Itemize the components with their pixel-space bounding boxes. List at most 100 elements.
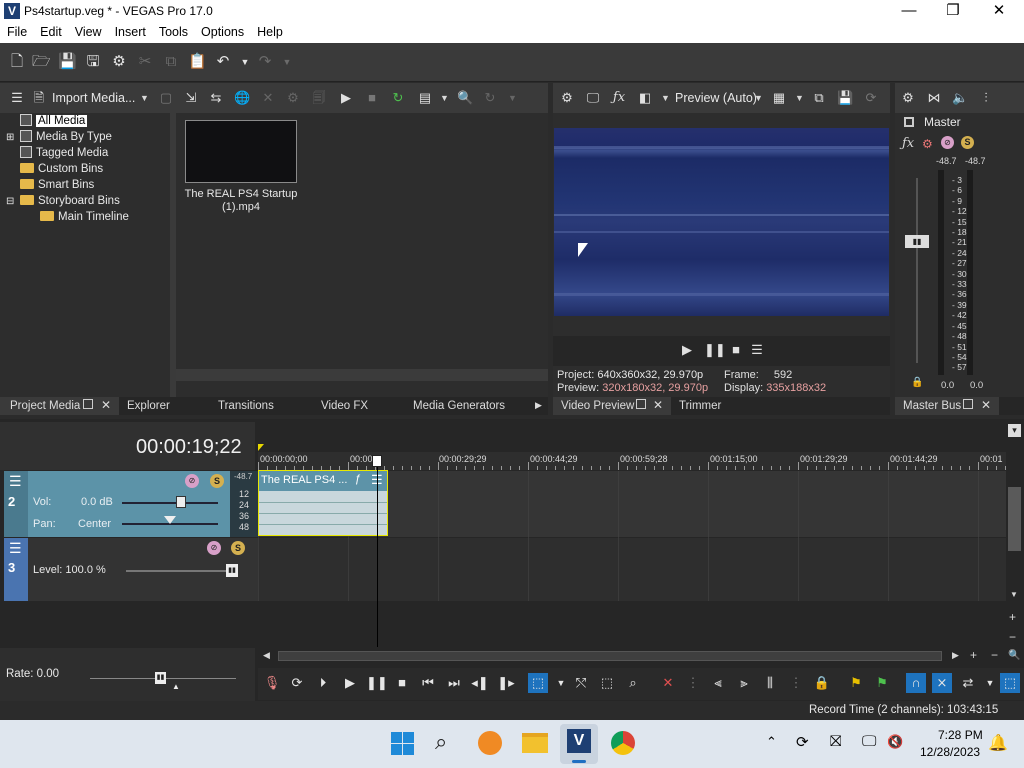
copy-snapshot-icon[interactable]: ⧉ [811, 90, 827, 106]
tree-item-storyboard-bins[interactable]: ⊟ Storyboard Bins [6, 193, 170, 209]
menu-edit[interactable]: Edit [33, 23, 68, 39]
lock-envelopes-icon[interactable]: ⋮ [786, 673, 806, 693]
scroll-right-icon[interactable]: ▶ [952, 650, 959, 661]
level-slider-thumb[interactable]: ▮▮ [226, 564, 238, 577]
trim-end-icon[interactable]: ⫸ [734, 673, 754, 693]
zoom-tool-icon[interactable]: 🔍 [1008, 650, 1020, 661]
cut-icon[interactable]: ✂ [136, 53, 154, 71]
menu-insert[interactable]: Insert [108, 23, 152, 39]
file-explorer-icon[interactable] [522, 733, 548, 753]
menu-help[interactable]: Help [250, 23, 289, 39]
play-icon[interactable]: ▶ [340, 673, 360, 693]
zoom-in-icon[interactable]: + [970, 648, 977, 662]
monitor-icon[interactable]: 🖵 [862, 733, 876, 750]
close-tab-icon[interactable]: ✕ [101, 398, 111, 412]
media-scrollbar[interactable] [176, 369, 548, 381]
clock-date[interactable]: 12/28/2023 [920, 745, 980, 759]
dim-output-icon[interactable]: 🔈 [952, 90, 968, 106]
horizontal-scroll-thumb[interactable] [278, 651, 942, 661]
solo-icon[interactable]: S [231, 541, 245, 555]
go-to-start-icon[interactable]: ⏮ [418, 673, 438, 693]
delete-icon[interactable]: ✕ [658, 673, 678, 693]
menu-file[interactable]: File [0, 23, 33, 39]
external-monitor-icon[interactable]: ⟳ [863, 90, 879, 106]
vegas-taskbar-button[interactable]: V [560, 724, 598, 764]
insert-marker-icon[interactable]: ⚑ [846, 673, 866, 693]
paste-icon[interactable]: 📋 [188, 53, 207, 71]
mute-icon[interactable]: ⊘ [207, 541, 221, 555]
properties-gear-icon[interactable]: ⚙ [110, 53, 128, 71]
media-views-icon[interactable]: ☰ [9, 90, 25, 106]
zoom-out-icon[interactable]: − [991, 648, 998, 662]
chrome-icon[interactable] [611, 731, 635, 755]
horizontal-scrollbar[interactable]: ◀ ▶ + − 🔍 [258, 648, 1020, 664]
zoom-in-vertical-icon[interactable]: + [1009, 610, 1016, 624]
tree-item-main-timeline[interactable]: Main Timeline [6, 209, 170, 225]
automation-icon[interactable]: ⚙ [922, 137, 933, 151]
master-checkbox[interactable] [904, 117, 914, 127]
search-icon[interactable]: ⌕ [435, 729, 447, 755]
clip-fx-icon[interactable]: ƒ [355, 473, 361, 485]
pause-icon[interactable]: ❚❚ [366, 673, 388, 693]
lock-icon[interactable]: 🔒 [911, 377, 923, 388]
save-as-icon[interactable]: 🖫 [84, 53, 102, 71]
remove-icon[interactable]: ✕ [260, 90, 276, 106]
trim-icon[interactable]: ⋮ [683, 673, 703, 693]
volume-icon[interactable]: 🔇 [887, 734, 903, 750]
clock-time[interactable]: 7:28 PM [938, 728, 983, 742]
stop-icon[interactable]: ■ [392, 673, 412, 693]
menu-icon[interactable]: ☰ [749, 342, 765, 358]
menu-tools[interactable]: Tools [152, 23, 194, 39]
loop-playback-icon[interactable]: ⟳ [287, 673, 307, 693]
loop-marker-icon[interactable] [258, 444, 264, 451]
start-icon[interactable] [391, 732, 414, 755]
downmix-icon[interactable]: ⋈ [926, 90, 942, 106]
tab-trimmer[interactable]: Trimmer [679, 400, 721, 412]
pause-icon[interactable]: ❚❚ [704, 342, 726, 358]
media-fx-icon[interactable]: ⚙ [285, 90, 301, 106]
rate-slider-thumb[interactable]: ▮▮ [155, 672, 166, 684]
track-menu-icon[interactable]: ☰ [9, 540, 22, 557]
network-icon[interactable]: ⛝ [830, 733, 841, 750]
mute-icon[interactable]: ⊘ [941, 136, 954, 149]
vol-slider-thumb[interactable] [176, 496, 186, 508]
previous-frame-icon[interactable]: ◂❚ [470, 673, 490, 693]
replace-media-icon[interactable]: ⇆ [208, 90, 224, 106]
track-header-video[interactable]: ☰ 3 ⊘ S Level: 100.0 % ▮▮ [4, 538, 258, 601]
minimize-button[interactable]: — [886, 0, 932, 23]
redo-icon[interactable]: ↷ [256, 53, 274, 71]
close-button[interactable]: ✕ [976, 0, 1022, 23]
views-icon[interactable]: ▤ [417, 90, 433, 106]
undo-dropdown-icon[interactable]: ▼ [236, 53, 254, 71]
show-hidden-icons-icon[interactable]: ⌃ [766, 734, 777, 750]
next-frame-icon[interactable]: ❚▸ [496, 673, 516, 693]
normal-edit-tool-icon[interactable]: ⬚ [528, 673, 548, 693]
properties-gear-icon[interactable]: ⚙ [900, 90, 916, 106]
ripple-dropdown-icon[interactable]: ▼ [980, 673, 1000, 693]
zoom-out-vertical-icon[interactable]: − [1009, 630, 1016, 644]
solo-icon[interactable]: S [961, 136, 974, 149]
import-dropdown-icon[interactable]: ▼ [140, 93, 149, 103]
scroll-left-icon[interactable]: ◀ [263, 650, 270, 661]
splitter[interactable] [170, 113, 176, 397]
selection-tool-icon[interactable]: ⬚ [597, 673, 617, 693]
stop-icon[interactable]: ■ [728, 342, 744, 358]
auto-crossfade-icon[interactable]: ⨯ [932, 673, 952, 693]
scroll-down-icon[interactable]: ▼ [1010, 590, 1018, 599]
vertical-scrollbar[interactable]: ▾ ▼ [1006, 422, 1024, 601]
vertical-scroll-thumb[interactable] [1008, 487, 1021, 551]
media-thumbnail[interactable] [185, 120, 297, 183]
undock-icon[interactable] [636, 399, 646, 409]
get-media-icon[interactable]: ⇲ [183, 90, 199, 106]
save-icon[interactable]: 💾 [58, 53, 77, 71]
auto-preview-icon[interactable]: ↻ [390, 90, 406, 106]
fl-studio-icon[interactable] [478, 731, 502, 755]
video-fx-icon[interactable]: ƒx [611, 90, 627, 106]
snapping-icon[interactable]: ∩ [906, 673, 926, 693]
edit-tool-dropdown-icon[interactable]: ▼ [551, 673, 571, 693]
undock-icon[interactable] [963, 399, 973, 409]
track-menu-icon[interactable]: ☰ [9, 473, 22, 490]
vol-slider-track[interactable] [122, 502, 218, 504]
master-fader-thumb[interactable]: ▮▮ [905, 235, 929, 248]
undo-icon[interactable]: ↶ [214, 53, 232, 71]
